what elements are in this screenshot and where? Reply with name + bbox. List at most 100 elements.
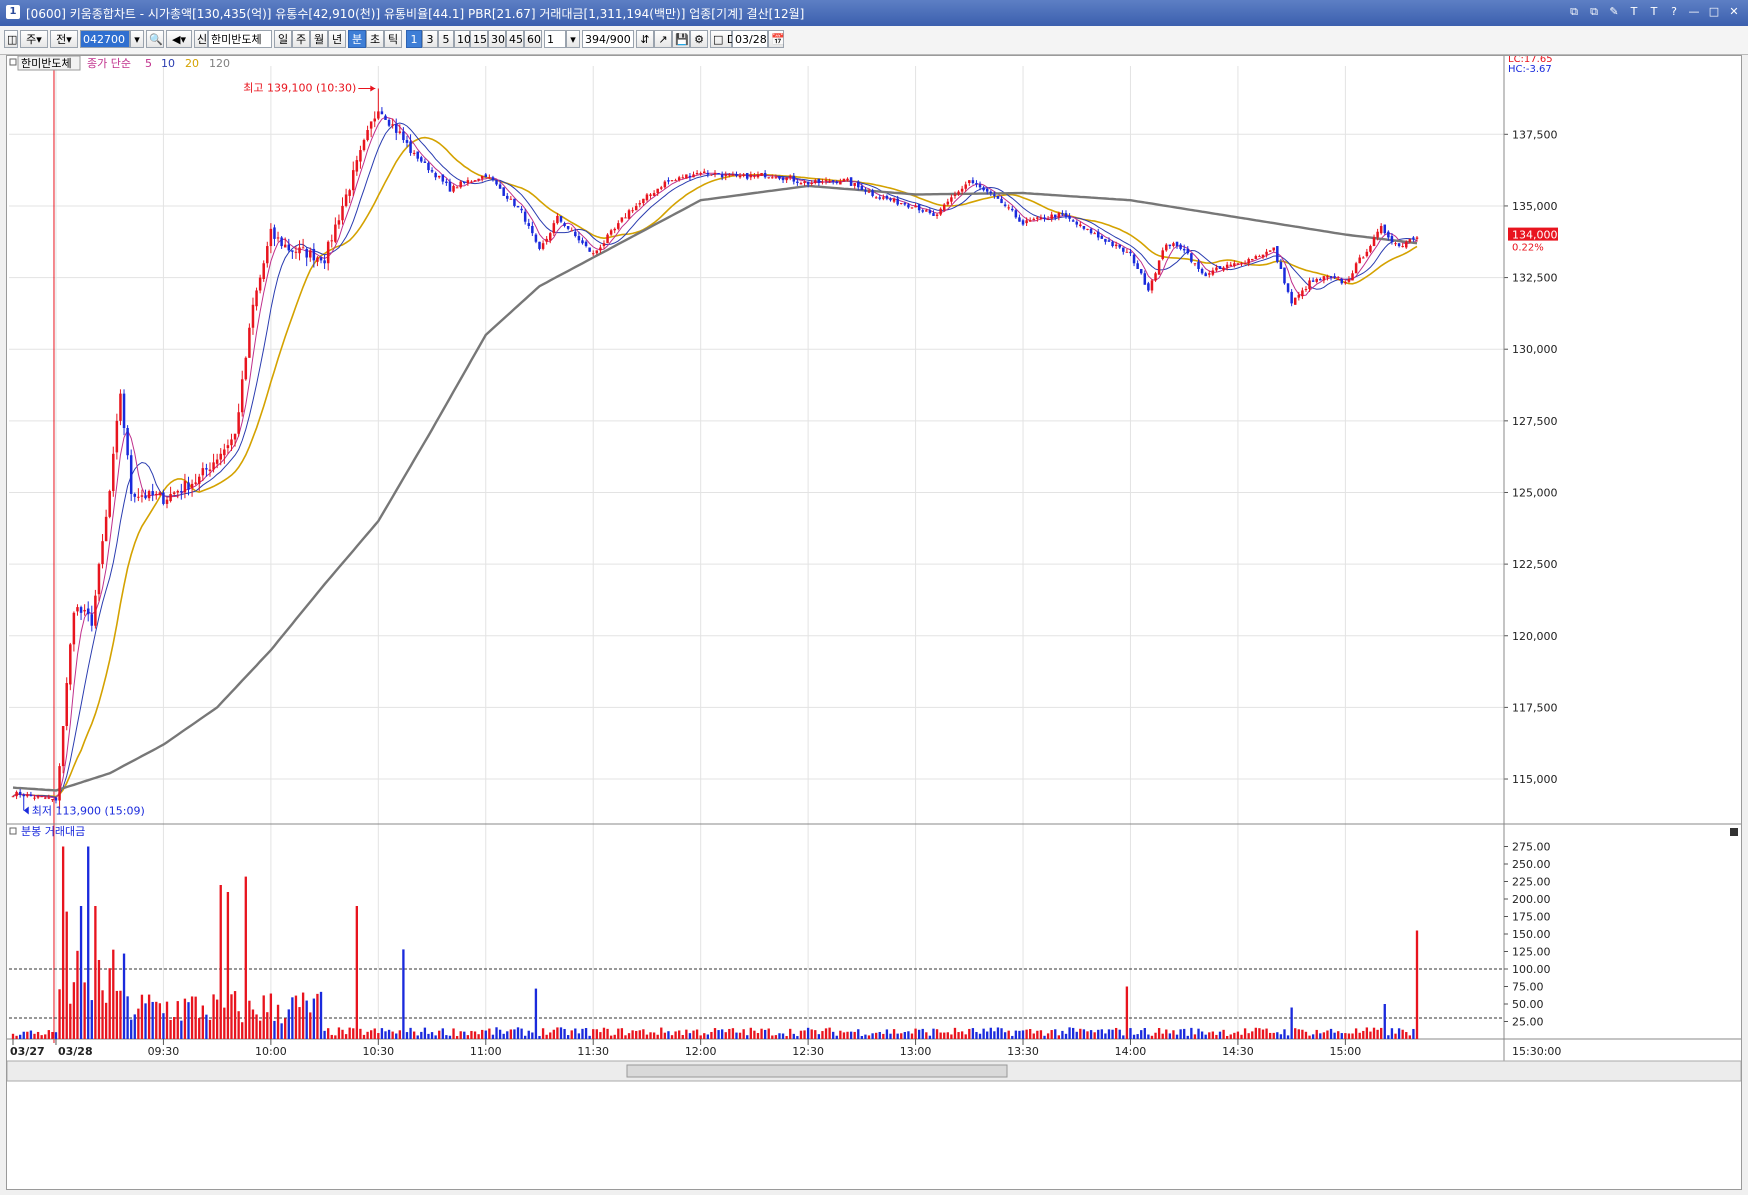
candle-body: [817, 178, 821, 184]
candle-body: [219, 453, 222, 460]
time-readout: 15:30:00: [1512, 1045, 1561, 1058]
candle-body: [985, 188, 989, 192]
period-year[interactable]: 년: [328, 30, 346, 48]
candle-body: [942, 204, 946, 211]
date-checkbox[interactable]: □ D: [710, 30, 735, 48]
window-button-1[interactable]: ⧉: [1586, 4, 1602, 20]
window-button-6[interactable]: —: [1686, 4, 1702, 20]
candle-body: [137, 496, 140, 498]
volume-bar: [1304, 1031, 1308, 1039]
candle-body: [1003, 204, 1007, 206]
chart-canvas[interactable]: 137,500 135,000 132,500 130,000 127,500 125,0…: [6, 54, 1742, 1189]
custom-interval-dropdown[interactable]: ▾: [566, 30, 580, 48]
volume-bar: [1218, 1031, 1222, 1039]
data-count-field[interactable]: 394/900: [582, 30, 634, 48]
candle-body: [1379, 226, 1383, 234]
window-button-3[interactable]: T: [1626, 4, 1642, 20]
save-icon[interactable]: 💾: [672, 30, 690, 48]
layout-icon[interactable]: ◫: [4, 30, 18, 48]
candle-body: [434, 172, 437, 178]
interval-45[interactable]: 45: [506, 30, 524, 48]
candle-body: [799, 183, 803, 185]
custom-interval-input[interactable]: 1: [544, 30, 566, 48]
interval-5[interactable]: 5: [438, 30, 454, 48]
interval-30[interactable]: 30: [488, 30, 506, 48]
window-button-8[interactable]: ✕: [1726, 4, 1742, 20]
volume-bar: [681, 1035, 684, 1039]
candle-body: [1114, 244, 1118, 247]
sound-icon[interactable]: ◀▾: [166, 30, 192, 48]
interval-15[interactable]: 15: [470, 30, 488, 48]
price-tick-label: 122,500: [1512, 558, 1558, 571]
window-button-2[interactable]: ✎: [1606, 4, 1622, 20]
date-field[interactable]: 03/28: [732, 30, 768, 48]
candle-body: [935, 214, 939, 216]
calendar-icon[interactable]: 📅: [768, 30, 785, 48]
candle-body: [602, 243, 606, 247]
candle-body: [853, 183, 856, 186]
stock-code-input[interactable]: 042700: [80, 30, 130, 48]
window-button-5[interactable]: ?: [1666, 4, 1682, 20]
candle-body: [1139, 268, 1143, 274]
candle-body: [925, 210, 928, 212]
market-select[interactable]: 주▾: [20, 30, 48, 48]
interval-3[interactable]: 3: [422, 30, 438, 48]
interval-60[interactable]: 60: [524, 30, 542, 48]
volume-bar: [1014, 1030, 1018, 1039]
scope-select[interactable]: 전▾: [50, 30, 78, 48]
volume-bar: [205, 1014, 208, 1039]
candle-body: [90, 614, 94, 626]
period-day[interactable]: 일: [274, 30, 292, 48]
stock-name-field[interactable]: 한미반도체: [208, 30, 272, 48]
candle-body: [391, 124, 394, 126]
candle-body: [1308, 280, 1311, 290]
candle-body: [405, 140, 409, 143]
search-icon[interactable]: 🔍: [146, 30, 164, 48]
interval-10[interactable]: 10: [454, 30, 471, 48]
window-controls: ⧉ ⧉ ✎ T T? — □ ✕: [1566, 4, 1742, 20]
window-button-7[interactable]: □: [1706, 4, 1722, 20]
candle-body: [1086, 228, 1089, 230]
code-dropdown[interactable]: ▾: [130, 30, 144, 48]
period-tick[interactable]: 틱: [384, 30, 402, 48]
volume-bar: [470, 1030, 473, 1039]
price-tick-label: 127,500: [1512, 415, 1558, 428]
volume-bar: [122, 953, 126, 1039]
time-label: 03/27: [10, 1045, 45, 1058]
period-minute[interactable]: 분: [348, 30, 366, 48]
volume-bar: [1029, 1028, 1032, 1039]
candle-body: [1197, 261, 1200, 269]
volume-bar: [219, 885, 222, 1039]
volume-bar: [875, 1032, 878, 1039]
ma20-line: [12, 136, 1418, 798]
volume-tick-label: 75.00: [1512, 981, 1544, 994]
volume-bar: [1233, 1032, 1236, 1039]
crosshair-icon[interactable]: ⇵: [636, 30, 654, 48]
candle-body: [344, 194, 348, 206]
volume-bar: [1204, 1034, 1207, 1039]
volume-bar: [323, 1030, 326, 1039]
candle-body: [448, 181, 452, 192]
candle-body: [559, 215, 563, 222]
settings-icon[interactable]: ⚙: [690, 30, 708, 48]
trend-tool-icon[interactable]: ↗: [654, 30, 672, 48]
candle-body: [695, 172, 699, 175]
interval-1[interactable]: 1: [406, 30, 422, 48]
price-tick-label: 125,000: [1512, 486, 1558, 499]
candle-body: [384, 115, 387, 120]
volume-bar: [1254, 1027, 1257, 1039]
period-week[interactable]: 주: [292, 30, 310, 48]
candle-body: [1147, 283, 1150, 291]
candle-body: [312, 248, 316, 261]
time-label: 03/28: [58, 1045, 93, 1058]
candle-body: [341, 205, 344, 221]
candle-body: [541, 243, 545, 249]
volume-bar: [574, 1028, 577, 1039]
period-month[interactable]: 월: [310, 30, 328, 48]
period-second[interactable]: 초: [366, 30, 384, 48]
window-button-4[interactable]: T: [1646, 4, 1662, 20]
window-button-0[interactable]: ⧉: [1566, 4, 1582, 20]
chart-area[interactable]: 137,500 135,000 132,500 130,000 127,500 125,0…: [6, 54, 1742, 1190]
candle-body: [86, 608, 90, 615]
new-button[interactable]: 신: [194, 30, 208, 48]
